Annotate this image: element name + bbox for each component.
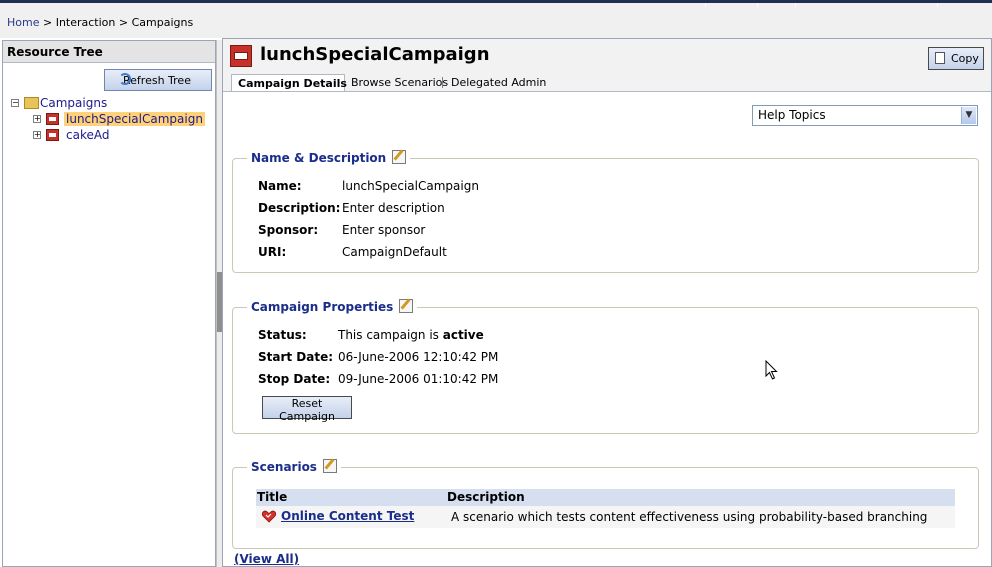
description-label: Description: xyxy=(258,201,341,215)
refresh-tree-button[interactable]: Refresh Tree xyxy=(104,69,212,91)
uri-value: CampaignDefault xyxy=(342,245,447,259)
campaign-properties-section: Campaign Properties Status: This campaig… xyxy=(232,299,979,434)
campaign-header: lunchSpecialCampaign Copy Campaign Detai… xyxy=(223,39,991,92)
table-header: Title Description xyxy=(256,489,955,506)
scenarios-section: Scenarios Title Description Online Conte… xyxy=(232,459,979,549)
breadcrumb: Home > Interaction > Campaigns xyxy=(7,16,193,29)
collapse-icon[interactable]: − xyxy=(11,99,19,107)
name-value: lunchSpecialCampaign xyxy=(342,179,479,193)
copy-icon xyxy=(935,52,945,64)
breadcrumb-separator: > xyxy=(42,16,53,29)
column-title-header: Title xyxy=(257,490,288,504)
chevron-down-icon[interactable]: ▼ xyxy=(961,107,976,124)
edit-icon[interactable] xyxy=(392,150,407,164)
copy-label: Copy xyxy=(951,52,979,65)
start-date-value: 06-June-2006 12:10:42 PM xyxy=(338,350,499,364)
breadcrumb-interaction: Interaction xyxy=(55,16,116,29)
campaign-properties-title: Campaign Properties xyxy=(251,300,394,314)
top-bar-divider xyxy=(937,3,938,7)
resource-tree-panel: Resource Tree Refresh Tree − Campaigns +… xyxy=(2,40,216,567)
tab-separator xyxy=(442,77,443,88)
scenario-description: A scenario which tests content effective… xyxy=(451,510,928,524)
column-description-header: Description xyxy=(447,490,525,504)
section-title: Scenarios xyxy=(247,459,341,474)
expand-icon[interactable]: + xyxy=(33,115,41,123)
name-description-section: Name & Description Name: lunchSpecialCam… xyxy=(232,150,979,273)
section-title: Name & Description xyxy=(247,150,411,165)
top-bar-divider xyxy=(795,3,796,7)
tree-label-cakead[interactable]: cakeAd xyxy=(66,128,109,142)
sponsor-value: Enter sponsor xyxy=(342,223,426,237)
section-title: Campaign Properties xyxy=(247,299,418,314)
mouse-cursor-icon xyxy=(765,360,778,380)
copy-button[interactable]: Copy xyxy=(928,47,984,70)
tab-delegated-admin[interactable]: Delegated Admin xyxy=(445,74,552,91)
campaign-icon xyxy=(46,113,59,125)
folder-icon xyxy=(24,97,39,109)
campaign-main-panel: lunchSpecialCampaign Copy Campaign Detai… xyxy=(222,38,992,567)
status-value: active xyxy=(442,328,484,342)
page-title: lunchSpecialCampaign xyxy=(260,44,490,65)
table-row: Online Content Test A scenario which tes… xyxy=(256,506,955,528)
description-value: Enter description xyxy=(342,201,445,215)
uri-label: URI: xyxy=(258,245,287,259)
scenarios-table: Title Description Online Content Test A … xyxy=(256,489,955,528)
name-label: Name: xyxy=(258,179,302,193)
scenario-icon xyxy=(262,510,276,523)
expand-icon[interactable]: + xyxy=(33,131,41,139)
edit-icon[interactable] xyxy=(399,299,414,313)
resource-tree-title: Resource Tree xyxy=(3,41,215,63)
campaign-icon xyxy=(230,45,252,67)
top-bar: Home > Interaction > Campaigns xyxy=(0,0,992,38)
status-prefix: This campaign is xyxy=(338,328,439,342)
tree-label-campaigns[interactable]: Campaigns xyxy=(40,96,107,110)
campaign-icon xyxy=(46,129,59,141)
help-topics-select[interactable]: Help Topics ▼ xyxy=(752,105,978,126)
start-date-label: Start Date: xyxy=(258,350,334,364)
edit-icon[interactable] xyxy=(322,459,337,473)
stop-date-value: 09-June-2006 01:10:42 PM xyxy=(338,372,499,386)
breadcrumb-separator: > xyxy=(118,16,129,29)
scenarios-title: Scenarios xyxy=(251,460,317,474)
tab-campaign-details[interactable]: Campaign Details xyxy=(231,74,347,91)
breadcrumb-campaigns: Campaigns xyxy=(131,16,194,29)
name-description-title: Name & Description xyxy=(251,151,387,165)
reset-campaign-button[interactable]: Reset Campaign xyxy=(262,396,352,423)
top-bar-divider xyxy=(705,3,706,7)
tab-browse-scenarios[interactable]: Browse Scenarios xyxy=(345,74,454,91)
status-text: This campaign is active xyxy=(338,328,484,342)
breadcrumb-home-link[interactable]: Home xyxy=(7,16,39,29)
view-all-link[interactable]: (View All) xyxy=(234,552,299,566)
help-topics-value: Help Topics xyxy=(758,108,826,122)
sponsor-label: Sponsor: xyxy=(258,223,319,237)
tree-label-lunchspecialcampaign[interactable]: lunchSpecialCampaign xyxy=(64,112,205,126)
refresh-icon xyxy=(119,73,131,85)
scenario-title-link[interactable]: Online Content Test xyxy=(281,509,414,523)
stop-date-label: Stop Date: xyxy=(258,372,331,386)
refresh-tree-label: Refresh Tree xyxy=(123,73,191,87)
status-label: Status: xyxy=(258,328,307,342)
top-bar-divider xyxy=(757,3,758,7)
